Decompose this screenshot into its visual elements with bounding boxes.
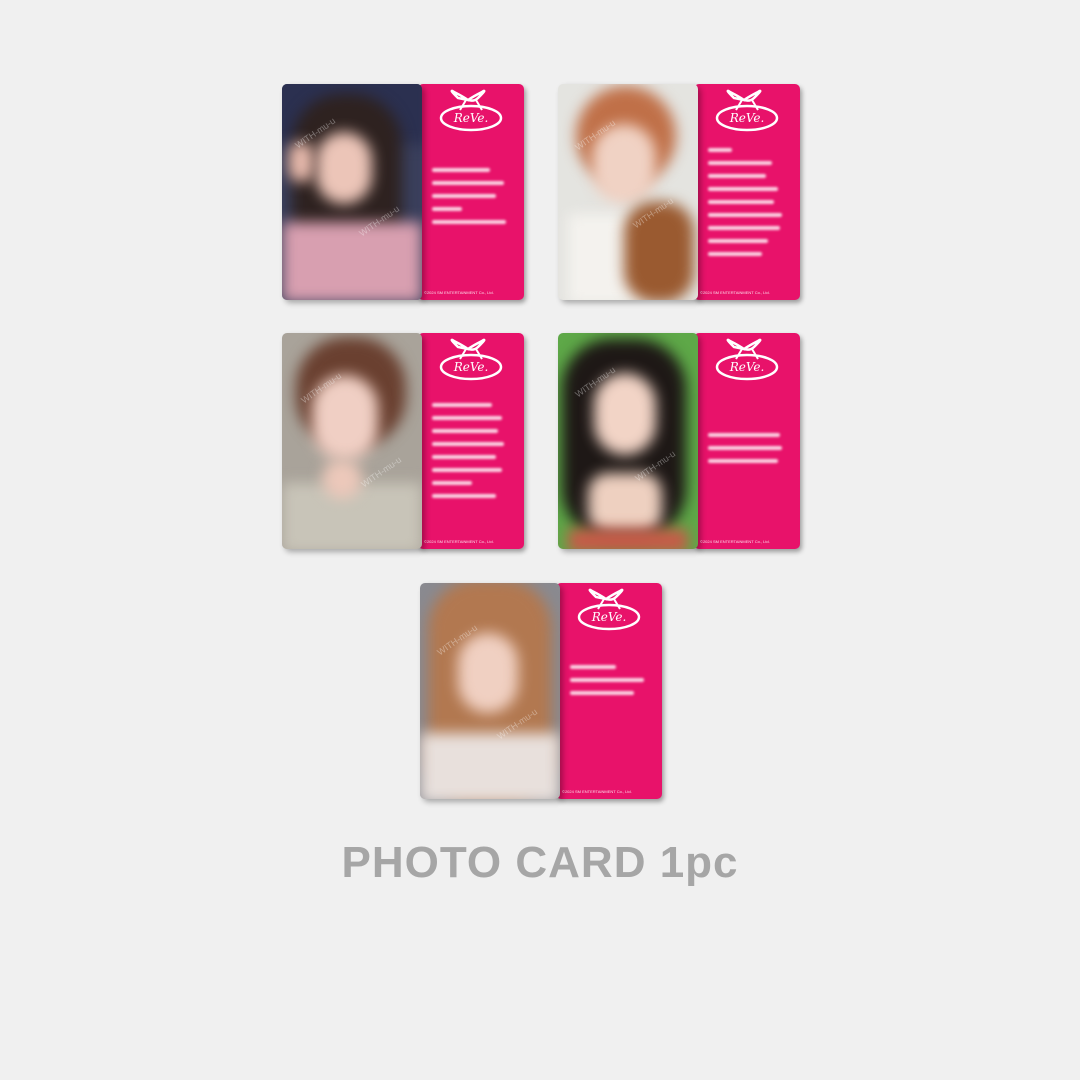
photocard-set-5: ReVe. ©2024 SM ENTERTAINMENT Co., Ltd. W…: [420, 583, 664, 801]
photo-card-front: WITH-mu-u WITH-mu-u: [558, 84, 698, 300]
card-back: ReVe. ©2024 SM ENTERTAINMENT Co., Ltd.: [694, 333, 800, 549]
card-back: ReVe. ©2024 SM ENTERTAINMENT Co., Ltd.: [418, 84, 524, 300]
svg-text:ReVe.: ReVe.: [453, 111, 489, 125]
svg-text:ReVe.: ReVe.: [591, 610, 627, 624]
card-copyright: ©2024 SM ENTERTAINMENT Co., Ltd.: [700, 539, 770, 544]
photo-card-front: WITH-mu-u WITH-mu-u: [420, 583, 560, 799]
photocard-set-1: ReVe. ©2024 SM ENTERTAINMENT Co., Ltd. W…: [282, 84, 526, 302]
red-velvet-logo-icon: ReVe.: [439, 89, 503, 132]
handwritten-message: [432, 168, 506, 233]
photocard-set-3: ReVe. ©2024 SM ENTERTAINMENT Co., Ltd. W…: [282, 333, 526, 551]
svg-text:ReVe.: ReVe.: [729, 111, 765, 125]
card-copyright: ©2024 SM ENTERTAINMENT Co., Ltd.: [424, 290, 494, 295]
red-velvet-logo-icon: ReVe.: [439, 338, 503, 381]
handwritten-message: [570, 665, 644, 704]
card-back: ReVe. ©2024 SM ENTERTAINMENT Co., Ltd.: [694, 84, 800, 300]
red-velvet-logo-icon: ReVe.: [577, 588, 641, 631]
card-copyright: ©2024 SM ENTERTAINMENT Co., Ltd.: [424, 539, 494, 544]
red-velvet-logo-icon: ReVe.: [715, 338, 779, 381]
photocard-set-4: ReVe. ©2024 SM ENTERTAINMENT Co., Ltd. W…: [558, 333, 802, 551]
photo-card-front: WITH-mu-u WITH-mu-u: [558, 333, 698, 549]
photo-card-front: WITH-mu-u WITH-mu-u: [282, 84, 422, 300]
card-copyright: ©2024 SM ENTERTAINMENT Co., Ltd.: [700, 290, 770, 295]
photocard-set-2: ReVe. ©2024 SM ENTERTAINMENT Co., Ltd. W…: [558, 84, 802, 302]
svg-text:ReVe.: ReVe.: [729, 360, 765, 374]
svg-text:ReVe.: ReVe.: [453, 360, 489, 374]
handwritten-message: [432, 403, 504, 507]
card-back: ReVe. ©2024 SM ENTERTAINMENT Co., Ltd.: [418, 333, 524, 549]
product-caption: PHOTO CARD 1pc: [341, 838, 739, 887]
red-velvet-logo-icon: ReVe.: [715, 89, 779, 132]
handwritten-message: [708, 148, 782, 265]
photo-card-front: WITH-mu-u WITH-mu-u: [282, 333, 422, 549]
card-back: ReVe. ©2024 SM ENTERTAINMENT Co., Ltd.: [556, 583, 662, 799]
card-copyright: ©2024 SM ENTERTAINMENT Co., Ltd.: [562, 789, 632, 794]
handwritten-message: [708, 433, 782, 472]
